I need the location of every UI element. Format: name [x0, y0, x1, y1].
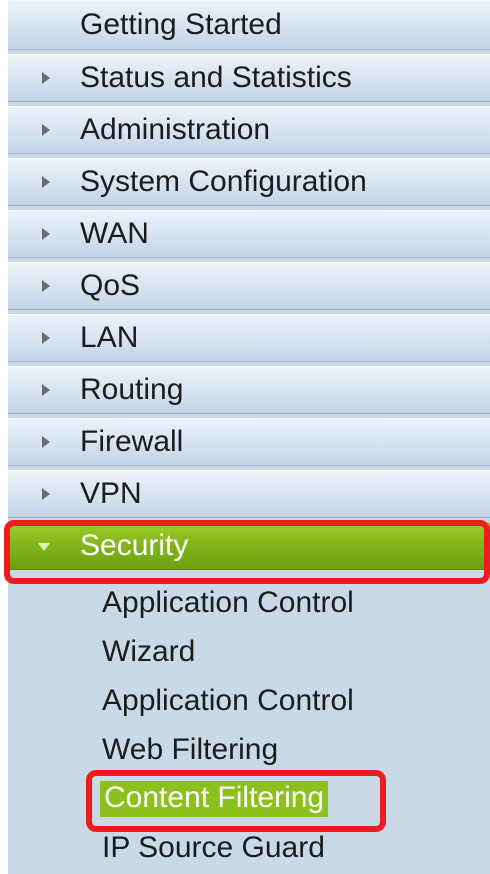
submenu-item-ip-source-guard[interactable]: IP Source Guard: [8, 823, 490, 872]
submenu-item-wizard[interactable]: Wizard: [8, 627, 490, 676]
nav-item-label: QoS: [80, 269, 141, 302]
navigation-sidebar: Getting Started Status and Statistics Ad…: [8, 0, 490, 874]
security-submenu: Application Control Wizard Application C…: [8, 578, 490, 872]
arrow-right-icon: [42, 228, 50, 240]
submenu-item-web-filtering[interactable]: Web Filtering: [8, 725, 490, 774]
submenu-item-application-control-2[interactable]: Application Control: [8, 676, 490, 725]
submenu-item-label: IP Source Guard: [102, 830, 325, 864]
arrow-right-icon: [42, 176, 50, 188]
submenu-item-application-control[interactable]: Application Control: [8, 578, 490, 627]
submenu-item-label: Wizard: [102, 634, 196, 668]
submenu-item-label: Application Control: [102, 585, 354, 619]
nav-item-lan[interactable]: LAN: [8, 314, 490, 362]
arrow-right-icon: [42, 72, 50, 84]
nav-item-qos[interactable]: QoS: [8, 262, 490, 310]
arrow-right-icon: [42, 124, 50, 136]
submenu-item-label: Application Control: [102, 683, 354, 717]
nav-item-label: Status and Statistics: [80, 61, 352, 94]
nav-item-status-and-statistics[interactable]: Status and Statistics: [8, 54, 490, 102]
submenu-item-label: Web Filtering: [102, 732, 279, 766]
nav-item-label: Getting Started: [80, 8, 282, 41]
nav-item-label: Security: [80, 529, 189, 562]
arrow-down-icon: [38, 543, 50, 551]
arrow-right-icon: [42, 384, 50, 396]
nav-item-vpn[interactable]: VPN: [8, 470, 490, 518]
nav-item-label: WAN: [80, 217, 149, 250]
submenu-item-content-filtering[interactable]: Content Filtering: [8, 774, 490, 823]
nav-item-wan[interactable]: WAN: [8, 210, 490, 258]
arrow-right-icon: [42, 488, 50, 500]
nav-item-label: Firewall: [80, 425, 184, 458]
nav-item-label: Routing: [80, 373, 184, 406]
nav-item-label: Administration: [80, 113, 271, 146]
nav-item-routing[interactable]: Routing: [8, 366, 490, 414]
nav-item-firewall[interactable]: Firewall: [8, 418, 490, 466]
nav-item-getting-started[interactable]: Getting Started: [8, 0, 490, 50]
nav-item-system-configuration[interactable]: System Configuration: [8, 158, 490, 206]
nav-item-label: System Configuration: [80, 165, 367, 198]
arrow-right-icon: [42, 436, 50, 448]
nav-item-label: VPN: [80, 477, 142, 510]
nav-item-security[interactable]: Security: [8, 522, 490, 570]
arrow-right-icon: [42, 332, 50, 344]
nav-item-administration[interactable]: Administration: [8, 106, 490, 154]
submenu-item-label: Content Filtering: [100, 780, 329, 817]
nav-item-label: LAN: [80, 321, 139, 354]
arrow-right-icon: [42, 280, 50, 292]
